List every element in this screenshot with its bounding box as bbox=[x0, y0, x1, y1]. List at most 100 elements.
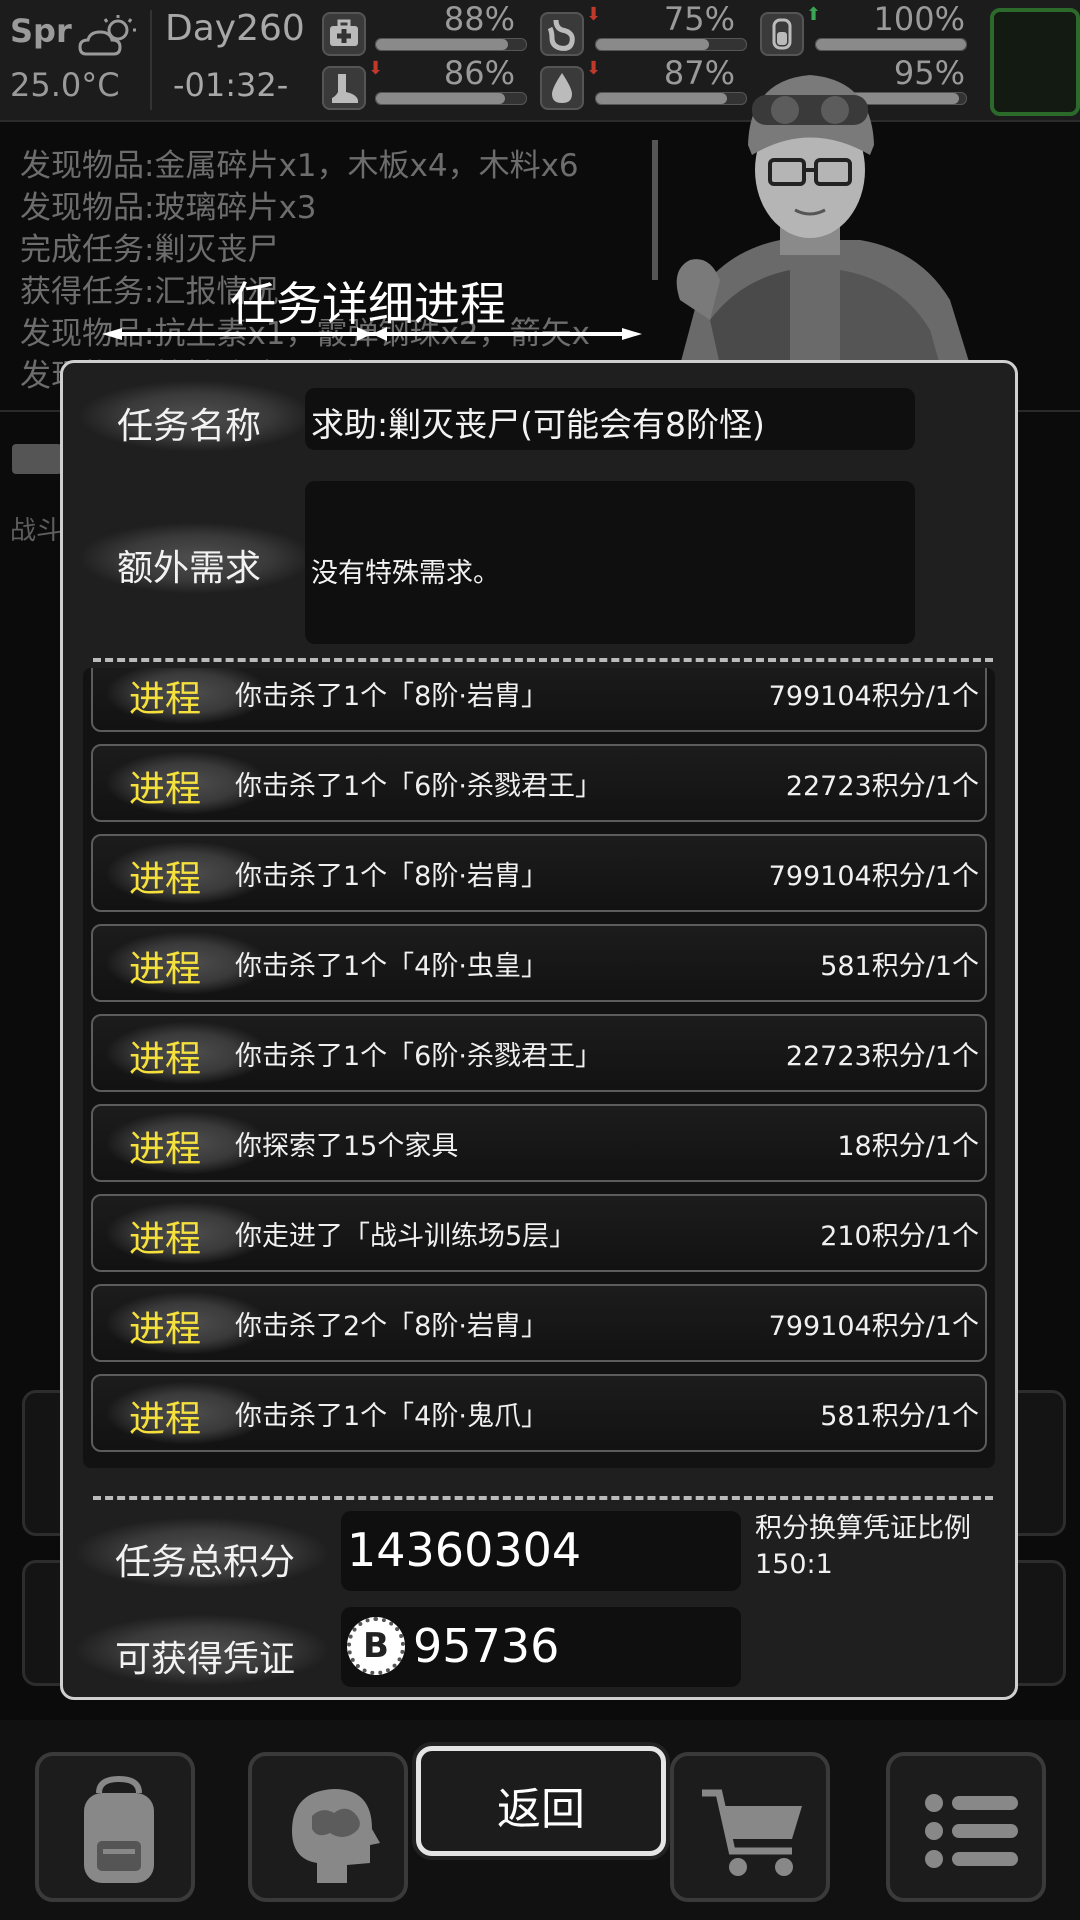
trend-down-icon: ⬇ bbox=[368, 58, 384, 79]
coin-icon: B bbox=[347, 1617, 405, 1675]
dialog-title: 任务详细进程 bbox=[230, 277, 506, 331]
process-points: 799104积分/1个 bbox=[768, 1311, 979, 1342]
title-underline bbox=[102, 327, 642, 341]
extra-requirement-label: 额外需求 bbox=[117, 548, 262, 589]
process-points: 210积分/1个 bbox=[820, 1221, 979, 1252]
health-percent: 88% bbox=[443, 0, 515, 38]
process-description: 你击杀了2个「8阶·岩胄」 bbox=[235, 1311, 548, 1342]
process-description: 你探索了15个家具 bbox=[235, 1131, 459, 1162]
back-button[interactable]: 返回 bbox=[416, 1746, 666, 1856]
process-tag-label: 进程 bbox=[129, 859, 202, 900]
total-points-value: 14360304 bbox=[347, 1523, 582, 1577]
process-row: 进程 你击杀了1个「8阶·岩胄」 799104积分/1个 bbox=[91, 668, 987, 732]
process-row: 进程 你击杀了1个「6阶·杀戮君王」 22723积分/1个 bbox=[91, 744, 987, 822]
total-points-label: 任务总积分 bbox=[115, 1542, 296, 1583]
voucher-label: 可获得凭证 bbox=[115, 1639, 296, 1680]
process-tag-label: 进程 bbox=[129, 769, 202, 810]
skills-button[interactable] bbox=[248, 1752, 408, 1902]
stamina-percent: 86% bbox=[443, 54, 515, 92]
stamina-bar-fill bbox=[376, 93, 505, 104]
brain-icon bbox=[292, 1789, 380, 1883]
partly-cloudy-icon bbox=[78, 15, 136, 56]
water-drop-icon[interactable] bbox=[540, 66, 584, 110]
medkit-icon[interactable] bbox=[322, 12, 366, 56]
process-tag-label: 进程 bbox=[129, 1219, 202, 1260]
day-counter: Day260 bbox=[165, 8, 305, 49]
process-description: 你击杀了1个「4阶·虫皇」 bbox=[235, 951, 548, 982]
process-row: 进程 你击杀了1个「8阶·岩胄」 799104积分/1个 bbox=[91, 834, 987, 912]
process-description: 你击杀了1个「6阶·杀戮君王」 bbox=[235, 1041, 602, 1072]
energy-percent: 100% bbox=[873, 0, 965, 38]
background-toggle[interactable] bbox=[12, 444, 62, 474]
hunger-bar-fill bbox=[596, 39, 709, 50]
soldier-portrait bbox=[652, 75, 970, 365]
process-points: 581积分/1个 bbox=[820, 951, 979, 982]
ratio-value: 150:1 bbox=[755, 1549, 833, 1580]
process-points: 22723积分/1个 bbox=[785, 1041, 979, 1072]
game-time: -01:32- bbox=[173, 66, 289, 104]
trend-down-icon: ⬇ bbox=[586, 58, 602, 79]
energy-bar bbox=[815, 38, 967, 51]
process-row: 进程 你击杀了1个「4阶·鬼爪」 581积分/1个 bbox=[91, 1374, 987, 1452]
health-bar-fill bbox=[376, 39, 508, 50]
process-tag-label: 进程 bbox=[129, 1039, 202, 1080]
process-row: 进程 你击杀了1个「4阶·虫皇」 581积分/1个 bbox=[91, 924, 987, 1002]
process-tag-label: 进程 bbox=[129, 679, 202, 720]
backpack-icon bbox=[84, 1775, 154, 1883]
menu-button[interactable] bbox=[886, 1752, 1046, 1902]
season-label: Spr bbox=[10, 12, 72, 50]
ratio-block: 积分换算凭证比例 150:1 bbox=[755, 1511, 971, 1583]
temperature-label: 25.0°C bbox=[10, 66, 120, 104]
shop-button[interactable] bbox=[670, 1752, 830, 1902]
task-name-value: 求助:剿灭丧尸(可能会有8阶怪) bbox=[311, 405, 765, 444]
process-points: 581积分/1个 bbox=[820, 1401, 979, 1432]
task-detail-dialog: 任务名称 求助:剿灭丧尸(可能会有8阶怪) 额外需求 没有特殊需求。 进程你击杀… bbox=[60, 360, 1018, 1700]
task-name-label: 任务名称 bbox=[117, 406, 262, 447]
extra-requirement-value: 没有特殊需求。 bbox=[311, 558, 500, 589]
stomach-icon[interactable] bbox=[540, 12, 584, 56]
process-list[interactable]: 进程 你击杀了1个「8阶·岩胄」 799104积分/1个 进程 你击杀了1个「6阶·杀戮… bbox=[83, 668, 995, 1468]
log-line: 发现物品:金属碎片x1，木板x4，木料x6 bbox=[20, 148, 579, 184]
process-points: 18积分/1个 bbox=[837, 1131, 979, 1162]
ratio-label: 积分换算凭证比例 bbox=[755, 1513, 971, 1544]
menu-icon bbox=[925, 1794, 1018, 1868]
dashed-divider bbox=[93, 1496, 993, 1500]
extra-requirement-field: 没有特殊需求。 bbox=[305, 481, 915, 644]
trend-down-icon: ⬇ bbox=[586, 4, 602, 25]
process-description: 你走进了「战斗训练场5层」 bbox=[235, 1221, 577, 1252]
divider bbox=[150, 10, 152, 110]
process-points: 799104积分/1个 bbox=[768, 861, 979, 892]
process-tag-label: 进程 bbox=[129, 1129, 202, 1170]
process-tag-label: 进程 bbox=[129, 1309, 202, 1350]
process-row: 进程 你击杀了1个「6阶·杀戮君王」 22723积分/1个 bbox=[91, 1014, 987, 1092]
process-description: 你击杀了1个「4阶·鬼爪」 bbox=[235, 1401, 548, 1432]
stamina-bar bbox=[375, 92, 527, 105]
hunger-bar bbox=[595, 38, 747, 51]
process-description: 你击杀了1个「8阶·岩胄」 bbox=[235, 681, 548, 712]
dashed-divider bbox=[93, 658, 993, 662]
process-row: 进程 你走进了「战斗训练场5层」 210积分/1个 bbox=[91, 1194, 987, 1272]
energy-bar-fill bbox=[816, 39, 966, 50]
process-tag-label: 进程 bbox=[129, 949, 202, 990]
process-tag-label: 进程 bbox=[129, 1399, 202, 1440]
back-button-label: 返回 bbox=[497, 1784, 585, 1835]
process-points: 799104积分/1个 bbox=[768, 681, 979, 712]
process-points: 22723积分/1个 bbox=[785, 771, 979, 802]
process-row: 进程 你探索了15个家具 18积分/1个 bbox=[91, 1104, 987, 1182]
process-row: 进程 你击杀了2个「8阶·岩胄」 799104积分/1个 bbox=[91, 1284, 987, 1362]
log-line: 完成任务:剿灭丧尸 bbox=[20, 232, 279, 268]
trend-up-icon: ⬆ bbox=[806, 4, 822, 25]
process-description: 你击杀了1个「6阶·杀戮君王」 bbox=[235, 771, 602, 802]
backpack-button[interactable] bbox=[35, 1752, 195, 1902]
cart-icon bbox=[702, 1789, 802, 1876]
equipment-slot[interactable] bbox=[990, 8, 1080, 116]
process-description: 你击杀了1个「8阶·岩胄」 bbox=[235, 861, 548, 892]
coin-symbol: B bbox=[363, 1626, 389, 1666]
hunger-percent: 75% bbox=[663, 0, 735, 38]
log-line: 发现物品:玻璃碎片x3 bbox=[20, 190, 317, 226]
voucher-field: B 95736 bbox=[341, 1607, 741, 1687]
foot-icon[interactable] bbox=[322, 66, 366, 110]
total-points-field: 14360304 bbox=[341, 1511, 741, 1591]
battery-icon[interactable] bbox=[760, 12, 804, 56]
health-bar bbox=[375, 38, 527, 51]
